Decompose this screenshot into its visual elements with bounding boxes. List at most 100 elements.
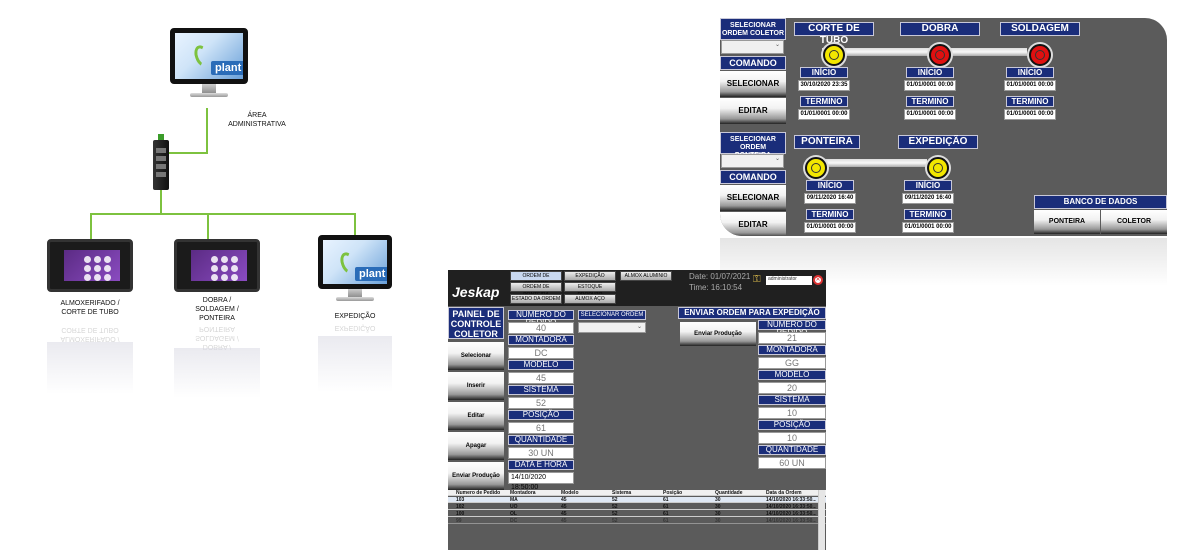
inicio-label-4: INÍCIO [806, 180, 854, 191]
table-cell: DC [510, 518, 518, 524]
table-col-header-1[interactable]: Numero de Pedido [456, 490, 506, 496]
status-light-inner [829, 50, 839, 60]
area-admin-label: ÁREA ADMINISTRATIVA [228, 112, 286, 128]
termino-label-3: TERMINO [1006, 96, 1054, 107]
table-cell: 102 [456, 504, 465, 510]
table-col-header-7[interactable]: Data da Ordem [766, 490, 816, 496]
banco-ponteira-button[interactable]: PONTEIRA [1034, 210, 1100, 234]
table-cell: 61 [663, 518, 669, 524]
field-value-1[interactable]: 40 [508, 322, 574, 334]
stage-title-5: EXPEDIÇÃO [898, 135, 978, 149]
select-ordem-dropdown[interactable]: ⌄ [578, 322, 646, 333]
table-row[interactable]: 99 DC 45 52 61 30 14/10/2020 16:33:50... [448, 518, 826, 524]
banco-dados-header: BANCO DE DADOS [1034, 195, 1167, 209]
editar-button-2[interactable]: EDITAR [720, 212, 786, 236]
exp-value-3[interactable]: 20 [758, 382, 826, 394]
user-field[interactable]: administrator [766, 276, 812, 285]
field-value-5[interactable]: 61 [508, 422, 574, 434]
status-light-5 [927, 157, 949, 179]
field-value-6[interactable]: 30 UN [508, 447, 574, 459]
exp-label-6: QUANTIDADE [758, 445, 826, 455]
select-coletor-dropdown[interactable]: ⌄ [721, 40, 784, 54]
tab-5[interactable]: ESTOQUE PRODUTO [564, 282, 616, 298]
status-light-inner [935, 50, 945, 60]
status-light-inner [933, 163, 943, 173]
tab-2[interactable]: EXPEDIÇÃO [564, 271, 616, 281]
process-pipe-1 [822, 48, 1027, 56]
enviar-producao-exp-button[interactable]: Enviar Produção [680, 322, 756, 346]
termino-value-1: 01/01/0001 00:00 [798, 109, 850, 120]
field-value-2[interactable]: DC [508, 347, 574, 359]
exp-value-5[interactable]: 10 [758, 432, 826, 444]
select-coletor-header: SELECIONAR ORDEM COLETOR [720, 18, 786, 40]
exp-label-5: POSIÇÃO [758, 420, 826, 430]
tab-3[interactable]: ALMOX ALUMINIO [620, 271, 672, 281]
table-cell: OL [510, 511, 517, 517]
brand-logo: Jeskap [452, 284, 500, 300]
table-row[interactable]: 102 UO 45 52 61 30 14/10/2020 16:33:50... [448, 504, 826, 510]
table-cell: 45 [561, 497, 567, 503]
termino-label-1: TERMINO [800, 96, 848, 107]
select-ponteira-header: SELECIONAR ORDEM PONTEIRA [720, 132, 786, 159]
exp-value-4[interactable]: 10 [758, 407, 826, 419]
left-button-2[interactable]: Inserir [448, 372, 504, 400]
left-button-5[interactable]: Enviar Produção [448, 462, 504, 490]
field-value-3[interactable]: 45 [508, 372, 574, 384]
table-cell: 61 [663, 511, 669, 517]
exp-value-2[interactable]: GG [758, 357, 826, 369]
selecionar-button-1[interactable]: SELECIONAR [720, 71, 786, 97]
left-button-1[interactable]: Selecionar [448, 342, 504, 370]
status-light-2 [929, 44, 951, 66]
table-cell: 14/10/2020 16:33:50... [766, 518, 816, 524]
inicio-label-5: INÍCIO [904, 180, 952, 191]
close-icon[interactable]: ✕ [813, 275, 823, 285]
select-ponteira-dropdown[interactable]: ⌄ [721, 154, 784, 168]
field-label-6: QUANTIDADE [508, 435, 574, 445]
station-3-label: EXPEDIÇÃO [334, 313, 376, 320]
left-button-4[interactable]: Apagar [448, 432, 504, 460]
stage-title-1: CORTE DE TUBO [794, 22, 874, 46]
field-label-3: MODELO [508, 360, 574, 370]
tab-6[interactable]: ESTADO DA ORDEM [510, 294, 562, 304]
tab-7[interactable]: ALMOX AÇO [564, 294, 616, 304]
tab-4[interactable]: ORDEM DE PONTEIRA [510, 282, 562, 298]
left-button-3[interactable]: Editar [448, 402, 504, 430]
comando-header-1: COMANDO [720, 56, 786, 70]
inicio-value-1: 30/10/2020 23:35 [798, 80, 850, 91]
table-col-header-3[interactable]: Modelo [561, 490, 611, 496]
table-cell: 61 [663, 504, 669, 510]
table-cell: 30 [715, 518, 721, 524]
banco-coletor-button[interactable]: COLETOR [1101, 210, 1167, 234]
inicio-value-2: 01/01/0001 00:00 [904, 80, 956, 91]
exp-value-1[interactable]: 21 [758, 332, 826, 344]
table-row[interactable]: 100 OL 45 52 61 30 14/10/2020 16:33:50... [448, 511, 826, 517]
inicio-value-5: 09/11/2020 16:40 [902, 193, 954, 204]
panel-title: PAINEL DE CONTROLE COLETOR [448, 307, 504, 339]
table-col-header-2[interactable]: Montadora [510, 490, 560, 496]
termino-label-2: TERMINO [906, 96, 954, 107]
editar-button-1[interactable]: EDITAR [720, 98, 786, 124]
table-col-header-6[interactable]: Quantidade [715, 490, 765, 496]
table-cell: 52 [612, 497, 618, 503]
status-light-inner [811, 163, 821, 173]
field-value-7[interactable]: 14/10/2020 18:50:00 [508, 472, 574, 491]
table-cell: 30 [715, 497, 721, 503]
tab-1[interactable]: ORDEM DE COLETOR [510, 271, 562, 287]
exp-value-6[interactable]: 60 UN [758, 457, 826, 469]
table-col-header-4[interactable]: Sistema [612, 490, 662, 496]
table-row[interactable]: 103 MA 45 52 61 30 14/10/2020 16:33:50... [448, 497, 826, 503]
status-light-inner [1035, 50, 1045, 60]
table-cell: MA [510, 497, 518, 503]
inicio-value-3: 01/01/0001 00:00 [1004, 80, 1056, 91]
table-col-header-5[interactable]: Posição [663, 490, 713, 496]
exp-label-3: MODELO [758, 370, 826, 380]
field-value-4[interactable]: 52 [508, 397, 574, 409]
selecionar-button-2[interactable]: SELECIONAR [720, 185, 786, 211]
time-text: Time: 16:10:54 [689, 283, 743, 292]
field-label-4: SISTEMA [508, 385, 574, 395]
chevron-down-icon: ⌄ [774, 42, 780, 48]
table-scrollbar[interactable] [818, 490, 825, 550]
hmi-tablet-1 [47, 239, 133, 292]
field-label-5: POSIÇÃO [508, 410, 574, 420]
table-cell: 30 [715, 511, 721, 517]
